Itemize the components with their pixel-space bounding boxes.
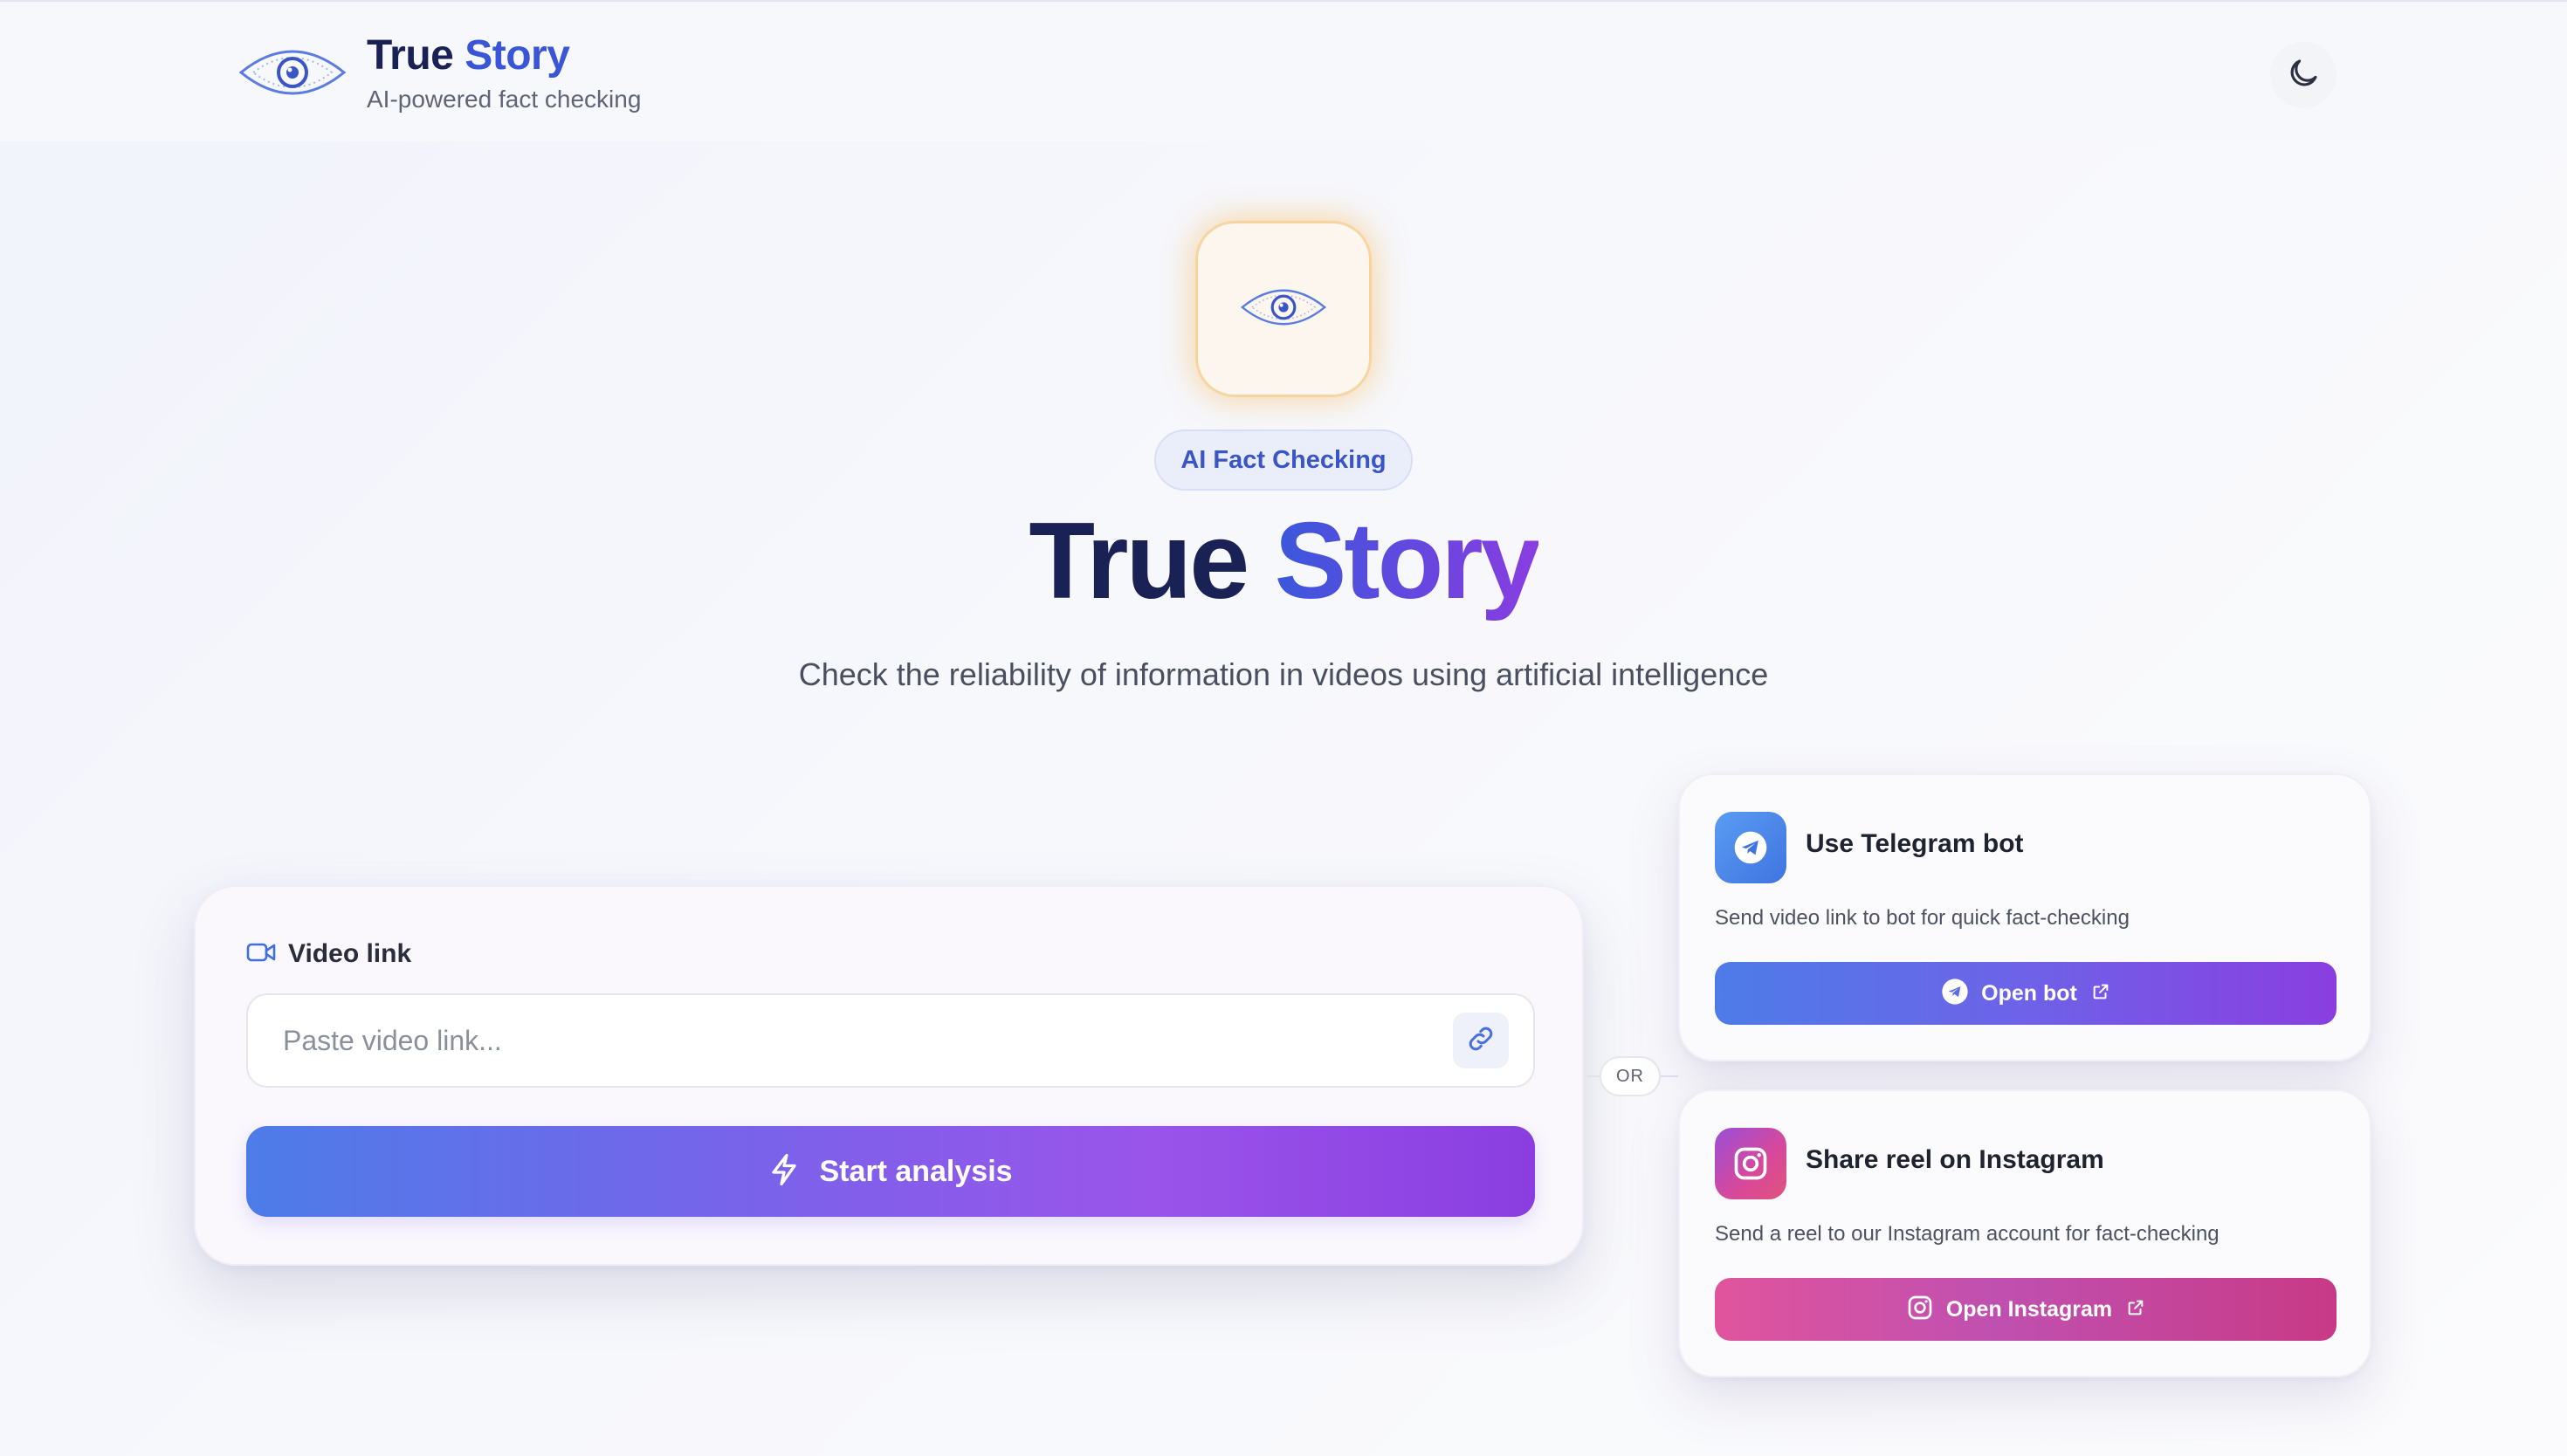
video-link-label: Video link [246, 939, 411, 969]
brand-title: True Story [367, 31, 641, 80]
instagram-card-title: Share reel on Instagram [1806, 1145, 2104, 1174]
hero-title-part1: True [1029, 501, 1249, 622]
paste-link-button[interactable] [1453, 1013, 1509, 1068]
telegram-card-description: Send video link to bot for quick fact-ch… [1715, 906, 2130, 930]
app-header: True Story AI-powered fact checking [0, 2, 2567, 141]
or-separator: OR [1600, 1056, 1661, 1096]
open-bot-button[interactable]: Open bot [1715, 962, 2336, 1025]
instagram-card-description: Send a reel to our Instagram account for… [1715, 1222, 2219, 1246]
video-link-input[interactable] [248, 995, 1453, 1086]
external-link-icon [2091, 982, 2110, 1006]
hero-badge: AI Fact Checking [1154, 429, 1413, 491]
open-instagram-label: Open Instagram [1945, 1296, 2113, 1322]
hero-subtitle: Check the reliability of information in … [798, 656, 1769, 692]
link-icon [1465, 1023, 1497, 1059]
telegram-card-title: Use Telegram bot [1806, 829, 2024, 858]
hero-logo [1198, 223, 1369, 395]
video-link-label-text: Video link [288, 939, 412, 968]
moon-icon [2285, 55, 2322, 96]
start-analysis-label: Start analysis [819, 1154, 1013, 1188]
video-camera-icon [246, 941, 276, 968]
hero-title-part2: Story [1274, 501, 1541, 622]
brand[interactable]: True Story AI-powered fact checking [236, 31, 641, 113]
open-instagram-button[interactable]: Open Instagram [1715, 1278, 2336, 1341]
brand-subtitle: AI-powered fact checking [367, 86, 642, 113]
telegram-icon [1941, 978, 1969, 1010]
theme-toggle-button[interactable] [2270, 42, 2336, 108]
brand-title-part2: Story [465, 32, 570, 79]
eye-icon [236, 33, 349, 112]
telegram-icon [1715, 812, 1786, 883]
video-link-field [246, 993, 1535, 1088]
open-bot-label: Open bot [1981, 980, 2077, 1006]
video-link-card: Video link Start analysis [194, 885, 1584, 1266]
telegram-card: Use Telegram bot Send video link to bot … [1678, 773, 2371, 1061]
hero-title: True Story [0, 496, 2567, 627]
instagram-card: Share reel on Instagram Send a reel to o… [1678, 1089, 2371, 1377]
instagram-icon [1906, 1294, 1934, 1326]
external-link-icon [2126, 1298, 2145, 1322]
eye-icon [1238, 279, 1329, 340]
brand-title-part1: True [367, 32, 454, 79]
lightning-icon [768, 1152, 800, 1192]
instagram-icon [1715, 1128, 1786, 1199]
start-analysis-button[interactable]: Start analysis [246, 1126, 1535, 1217]
